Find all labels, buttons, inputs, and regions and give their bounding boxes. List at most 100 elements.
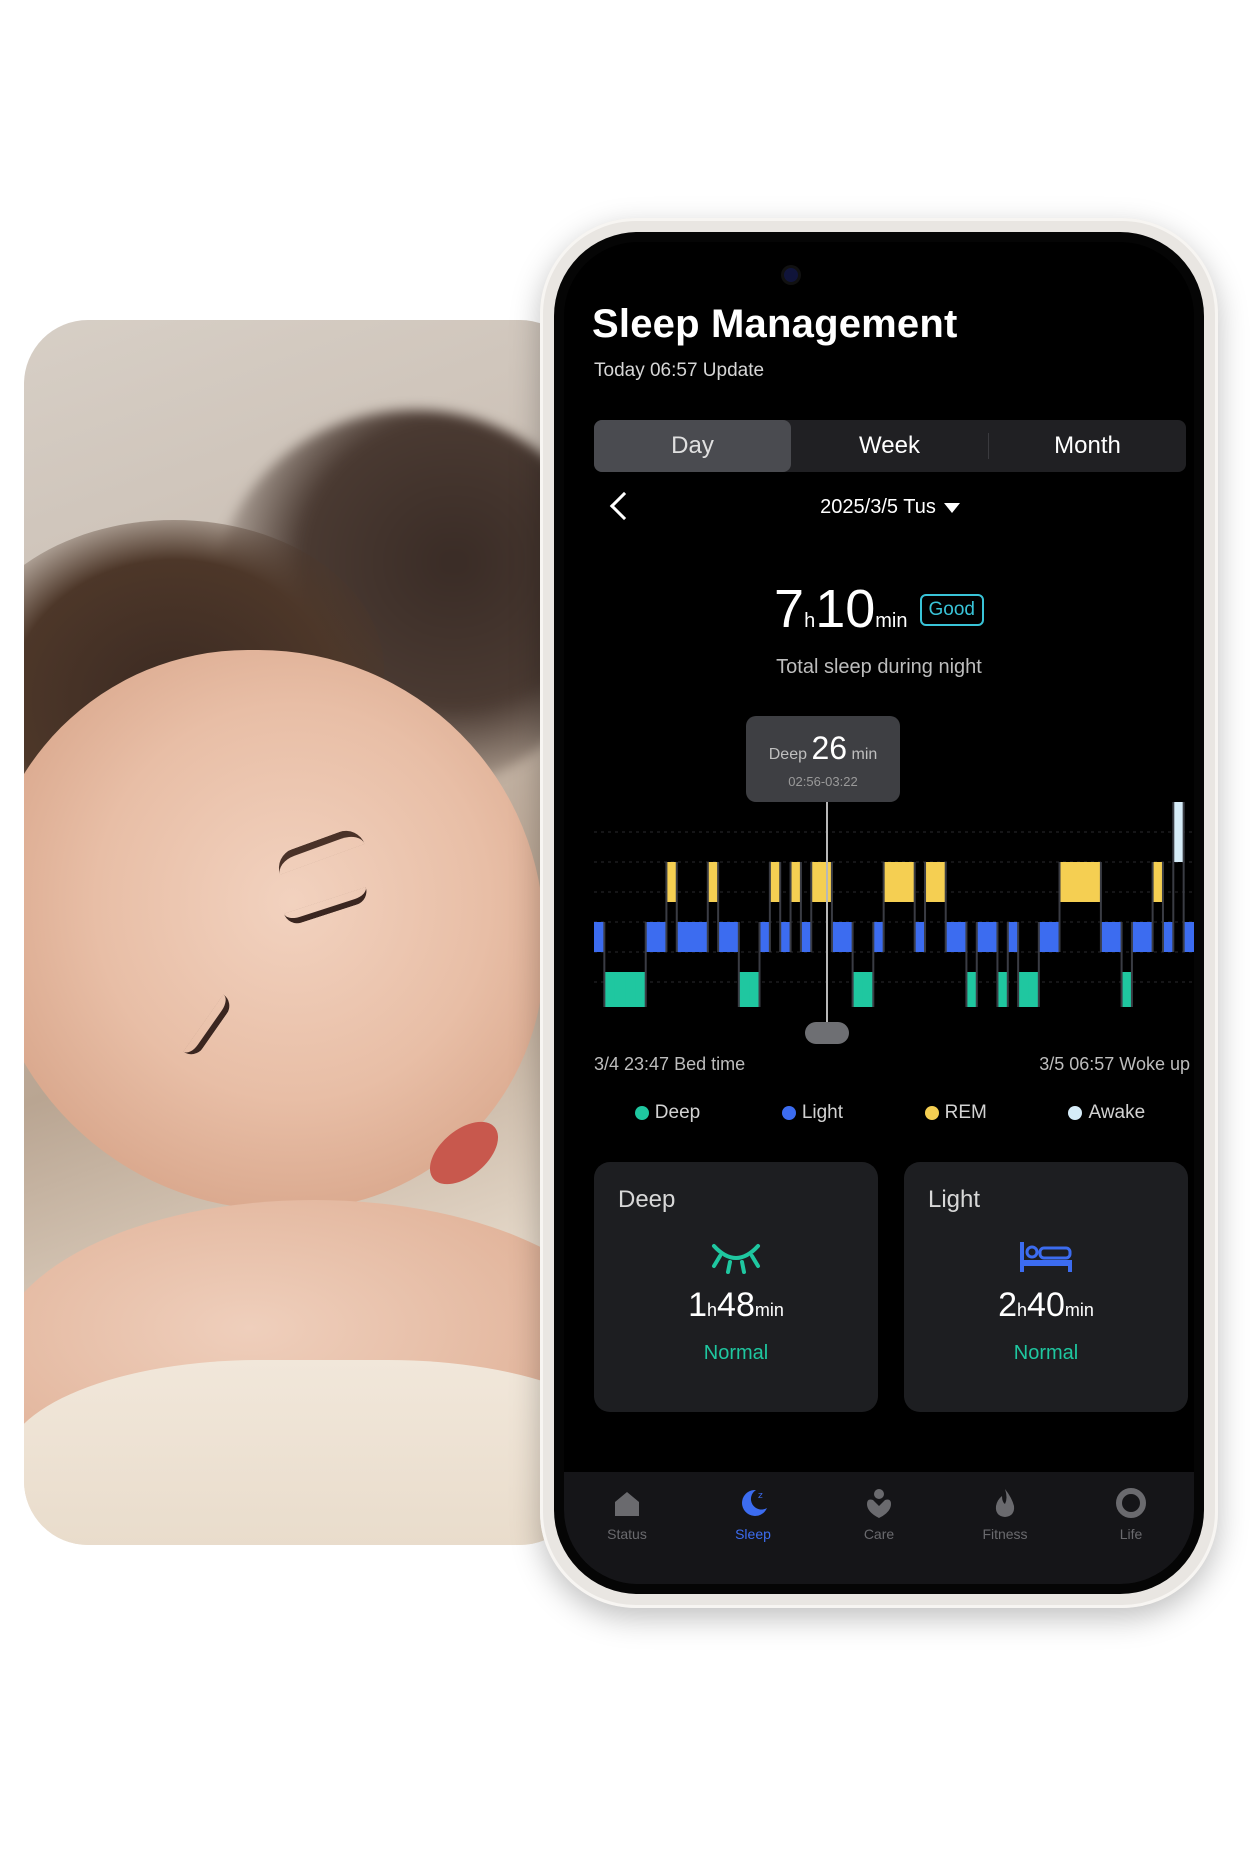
light-segment	[759, 922, 771, 952]
light-segment	[800, 922, 812, 952]
total-sleep-label: Total sleep during night	[776, 656, 982, 678]
nav-sleep[interactable]: z Sleep	[703, 1486, 803, 1542]
sleep-times: 3/4 23:47 Bed time 3/5 06:57 Woke up	[594, 1054, 1190, 1075]
bed-time: 3/4 23:47 Bed time	[594, 1054, 746, 1074]
deep-segment	[604, 972, 616, 1007]
legend-label: Deep	[654, 1102, 701, 1123]
wake-time: 3/5 06:57 Woke up	[1039, 1054, 1190, 1074]
rem-segment	[1059, 862, 1071, 902]
deep-sleep-card[interactable]: Deep 1h48min Normal	[594, 1162, 878, 1412]
tooltip-stage: Deep	[768, 746, 807, 763]
tab-month[interactable]: Month	[989, 420, 1186, 472]
page-title: Sleep Management	[592, 302, 958, 346]
stage-cards: Deep 1h48min Normal Light 2h40min Normal	[594, 1162, 1188, 1412]
deep-segment	[1121, 972, 1133, 1007]
nav-label: Life	[1119, 1526, 1143, 1542]
rem-segment	[1080, 862, 1092, 902]
light-hours: 2	[998, 1286, 1018, 1324]
card-title: Deep	[618, 1186, 676, 1213]
nav-care[interactable]: Care	[829, 1486, 929, 1542]
deep-segment	[1018, 972, 1030, 1007]
light-duration: 2h40min	[904, 1286, 1188, 1325]
light-sleep-card[interactable]: Light 2h40min Normal	[904, 1162, 1188, 1412]
nav-status[interactable]: Status	[577, 1486, 677, 1542]
tab-day[interactable]: Day	[594, 420, 791, 472]
light-segment	[718, 922, 730, 952]
minutes-unit: min	[754, 1300, 784, 1320]
deep-segment	[966, 972, 978, 1007]
phone-bezel: Sleep Management Today 06:57 Update Day …	[554, 232, 1204, 1594]
nav-fitness[interactable]: Fitness	[955, 1486, 1055, 1542]
deep-status: Normal	[703, 1342, 769, 1364]
light-segment	[656, 922, 668, 952]
pillow	[24, 1360, 584, 1545]
total-sleep-value: 7h10min Good	[564, 578, 1194, 640]
light-segment	[1131, 922, 1143, 952]
light-segment	[1007, 922, 1019, 952]
card-title: Light	[928, 1186, 981, 1213]
light-segment	[956, 922, 968, 952]
legend-deep: Deep	[634, 1102, 701, 1124]
caret-down-icon	[943, 502, 960, 513]
deep-segment	[635, 972, 647, 1007]
light-segment	[945, 922, 957, 952]
deep-segment	[614, 972, 626, 1007]
total-minutes: 10	[815, 579, 876, 639]
front-camera	[784, 268, 798, 282]
home-icon	[615, 1492, 639, 1516]
rem-segment	[1152, 862, 1164, 902]
hours-unit: h	[804, 610, 816, 632]
deep-segment	[625, 972, 636, 1007]
rem-segment	[790, 862, 802, 902]
phone-frame: Sleep Management Today 06:57 Update Day …	[540, 218, 1218, 1608]
total-hours: 7	[774, 579, 805, 639]
light-segment	[645, 922, 657, 952]
rem-segment	[1069, 862, 1081, 902]
light-segment	[914, 922, 926, 952]
flame-icon	[995, 1489, 1015, 1517]
svg-text:z: z	[758, 1491, 763, 1501]
phone-screen: Sleep Management Today 06:57 Update Day …	[564, 242, 1194, 1584]
rem-segment	[666, 862, 678, 902]
nav-life[interactable]: Life	[1081, 1486, 1181, 1542]
light-segment	[1038, 922, 1050, 952]
light-segment	[1183, 922, 1194, 952]
moon-icon: z	[742, 1489, 767, 1516]
chart-tooltip: Deep 26 min 02:56-03:22	[746, 716, 900, 802]
light-segment	[831, 922, 843, 952]
quality-badge: Good	[919, 594, 984, 626]
heart-hand-icon	[867, 1489, 891, 1518]
deep-hours: 1	[688, 1286, 708, 1324]
light-segment	[687, 922, 699, 952]
rem-segment	[707, 862, 719, 902]
deep-segment	[852, 972, 864, 1007]
hours-unit: h	[707, 1300, 718, 1320]
closed-eye-icon	[712, 1244, 760, 1274]
bed-icon	[1020, 1242, 1072, 1272]
sleep-stage-chart[interactable]	[594, 802, 1194, 1012]
tooltip-minutes: 26	[811, 730, 848, 766]
deep-segment	[862, 972, 874, 1007]
tooltip-value: Deep 26 min	[746, 730, 900, 767]
date-label: 2025/3/5 Tus	[820, 496, 936, 518]
tab-week[interactable]: Week	[791, 420, 988, 472]
awake-segment	[1173, 802, 1185, 862]
deep-segment	[1028, 972, 1040, 1007]
light-segment	[1100, 922, 1112, 952]
rem-segment	[883, 862, 895, 902]
light-segment	[1049, 922, 1061, 952]
date-dropdown[interactable]: 2025/3/5 Tus	[594, 496, 1186, 519]
minutes-unit: min	[875, 610, 908, 632]
deep-segment	[749, 972, 761, 1007]
light-status: Normal	[1013, 1342, 1079, 1364]
rem-segment	[894, 862, 905, 902]
legend-label: REM	[944, 1102, 987, 1123]
chart-scrubber-handle[interactable]	[805, 1022, 849, 1044]
light-segment	[842, 922, 854, 952]
rem-segment	[1090, 862, 1102, 902]
light-segment	[676, 922, 688, 952]
minutes-unit: min	[1064, 1300, 1094, 1320]
tooltip-range: 02:56-03:22	[788, 774, 858, 789]
light-segment	[780, 922, 792, 952]
deep-dot-icon	[634, 1106, 649, 1120]
